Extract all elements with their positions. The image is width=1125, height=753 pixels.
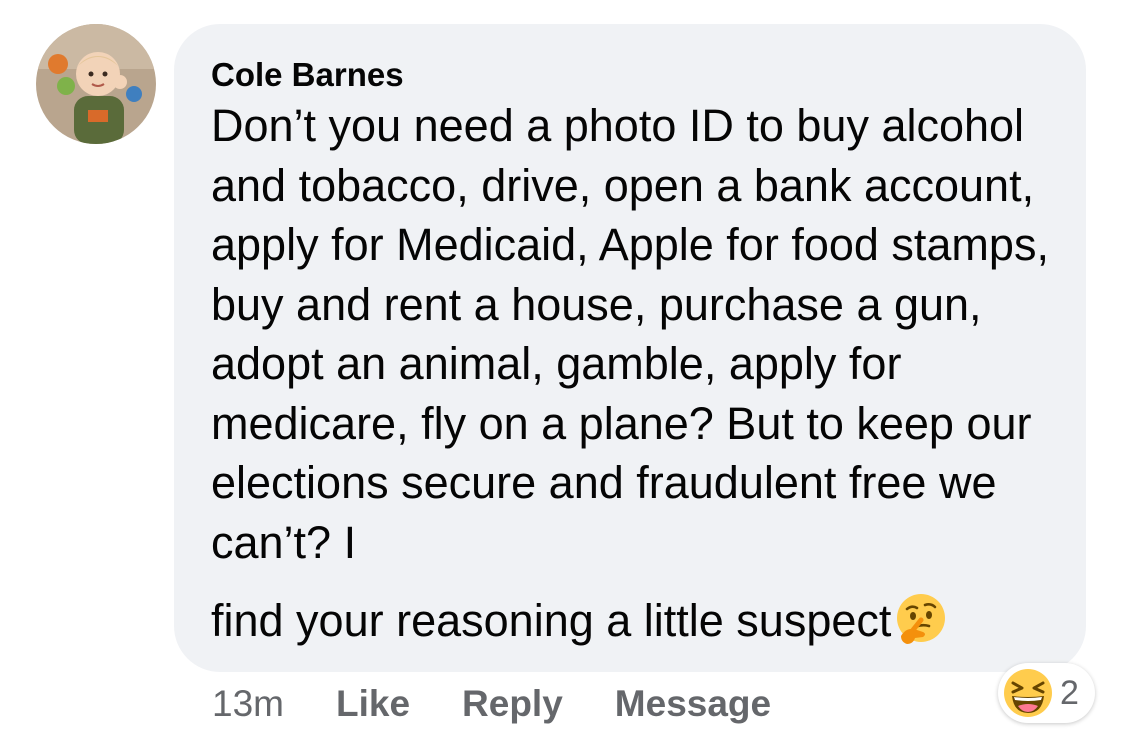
- comment-actions: 13m Like Reply Message: [212, 682, 823, 726]
- comment-author[interactable]: Cole Barnes: [211, 54, 1056, 96]
- avatar[interactable]: [36, 24, 156, 144]
- reaction-badge[interactable]: 2: [998, 663, 1095, 723]
- comment-timestamp[interactable]: 13m: [212, 683, 284, 725]
- thinking-face-icon: [897, 594, 946, 644]
- comment-bubble: Cole Barnes Don’t you need a photo ID to…: [174, 24, 1086, 672]
- comment-text-last-line: find your reasoning a little suspect: [211, 591, 1056, 651]
- comment-text-tail: find your reasoning a little suspect: [211, 595, 892, 646]
- reply-button[interactable]: Reply: [462, 683, 563, 725]
- like-button[interactable]: Like: [336, 683, 410, 725]
- comment-text: Don’t you need a photo ID to buy alcohol…: [211, 100, 1049, 568]
- reaction-count: 2: [1060, 673, 1079, 712]
- message-button[interactable]: Message: [615, 683, 771, 725]
- avatar-image: [36, 24, 156, 144]
- laughing-face-icon: [1004, 669, 1052, 717]
